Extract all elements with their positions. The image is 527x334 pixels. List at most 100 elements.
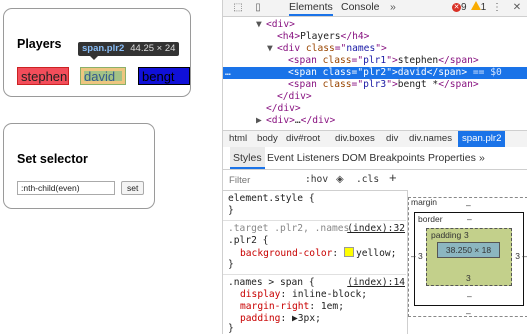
cls-toggle[interactable]: .cls <box>356 173 379 187</box>
player-stephen: stephen <box>17 67 69 85</box>
content-size[interactable]: 38.250 × 18 <box>437 242 500 258</box>
dom-token-tag: </div> <box>266 103 301 114</box>
crumb-div-names[interactable]: div.names <box>409 131 452 147</box>
margin-bottom-value[interactable]: – <box>466 308 471 318</box>
dom-node[interactable]: … <span class="plr2">david</span> == $0 <box>223 67 527 79</box>
dom-token-tag: <div> <box>266 115 295 126</box>
dom-node[interactable]: ▼ <div class="names"> <box>223 43 527 55</box>
collapse-arrow-icon[interactable]: ▼ <box>256 19 266 31</box>
crumb-div-root[interactable]: div#root <box>286 131 320 147</box>
rule-declaration[interactable]: display: inline-block; <box>240 289 367 301</box>
error-icon: ✕ <box>452 3 461 12</box>
padding-left-value[interactable]: 3 <box>418 251 423 261</box>
property-name: display <box>240 289 281 300</box>
error-count: 9 <box>461 2 467 13</box>
border-top-value[interactable]: – <box>467 214 472 224</box>
margin-top-value[interactable]: – <box>466 200 471 210</box>
styles-filter-input[interactable] <box>229 173 289 187</box>
expand-arrow-icon[interactable]: ▶ <box>256 115 266 127</box>
player-bengt: bengt <box>138 67 190 85</box>
inspect-tooltip: span.plr2 44.25 × 24 <box>78 42 180 60</box>
device-toolbar-icon[interactable]: ▯ <box>251 1 265 15</box>
selector-card: Set selector set <box>3 123 155 209</box>
dom-token-tag: </span> <box>438 79 479 90</box>
dom-token-tag: <div <box>277 43 306 54</box>
tab-event-listeners[interactable]: Event Listeners <box>267 147 339 169</box>
rule-selector: .plr2 { <box>228 235 269 246</box>
dom-token-tag: <div> <box>266 19 295 30</box>
selector-input[interactable] <box>17 181 115 195</box>
dom-node[interactable]: <span class="plr1">stephen</span> <box>223 55 527 67</box>
padding-top-value[interactable]: 3 <box>464 230 469 240</box>
crumb-html[interactable]: html <box>229 131 247 147</box>
tab-properties[interactable]: Properties <box>428 147 476 169</box>
tooltip-selector: span.plr2 <box>82 43 125 54</box>
dom-node[interactable]: ▼ <div> <box>223 19 527 31</box>
rule-divider <box>223 220 406 221</box>
border-bottom-value[interactable]: – <box>467 291 472 301</box>
dom-tree: ▼ <div> <h4>Players</h4> ▼ <div class="names… <box>223 16 527 130</box>
kebab-menu-icon[interactable]: ⋮ <box>490 1 504 15</box>
rule-divider <box>223 274 406 275</box>
dom-token-txt: david <box>397 67 427 78</box>
styles-filter-bar: :hov ◈ .cls + <box>223 170 408 191</box>
collapse-arrow-icon[interactable]: ▼ <box>267 43 277 55</box>
padding-right-value[interactable]: 3 <box>515 251 520 261</box>
box-model-border: border – – – padding 3 3 3 38.250 × 18 3… <box>411 212 527 306</box>
more-tabs-icon[interactable]: » <box>390 0 396 16</box>
crumb-div[interactable]: div <box>386 131 398 147</box>
add-rule-icon[interactable]: + <box>389 171 397 185</box>
warning-count: 1 <box>480 2 487 13</box>
tab-elements[interactable]: Elements <box>289 0 333 16</box>
dom-token-tag: <span <box>288 55 323 66</box>
rule-selector: .names > span { <box>228 277 315 288</box>
color-swatch-icon[interactable] <box>343 247 354 257</box>
close-icon[interactable]: ✕ <box>510 1 524 15</box>
dom-token-txt: bengt * <box>397 79 439 90</box>
property-name: background-color <box>240 248 333 259</box>
dom-token-txt: Players <box>300 31 341 42</box>
rule-declaration[interactable]: padding: ▶3px; <box>240 313 321 325</box>
dom-node[interactable]: <span class="plr3">bengt *</span> <box>223 79 527 91</box>
border-left-value[interactable]: – <box>411 251 416 261</box>
element-style-selector: element.style { <box>228 193 315 204</box>
page-viewport: Players stephen david bengt span.plr2 44… <box>0 0 222 334</box>
player-david: david <box>80 67 126 85</box>
crumb-div-boxes[interactable]: div.boxes <box>335 131 375 147</box>
more-subtabs-icon[interactable]: » <box>479 147 485 169</box>
dom-node[interactable]: </div> <box>223 103 527 115</box>
rule-source-link[interactable]: (index):14 <box>347 277 405 289</box>
property-value: yellow; <box>355 248 397 259</box>
dom-node[interactable]: <h4>Players</h4> <box>223 31 527 43</box>
set-button[interactable]: set <box>121 181 145 195</box>
dom-node[interactable]: ▶ <div>…</div> <box>223 115 527 127</box>
node-actions-icon[interactable]: … <box>225 67 231 79</box>
tab-styles[interactable]: Styles <box>230 147 265 169</box>
dom-token-tag: "> <box>375 43 387 54</box>
dom-node[interactable]: </div> <box>223 91 527 103</box>
tab-console[interactable]: Console <box>341 0 380 16</box>
property-value: inline-block; <box>292 289 368 300</box>
border-right-value[interactable]: – <box>522 251 527 261</box>
selector-heading: Set selector <box>17 152 88 166</box>
dom-token-attr: class <box>322 55 352 66</box>
rule-source-link[interactable]: (index):32 <box>347 223 405 235</box>
issues-badge[interactable]: ✕ 9 1 <box>452 0 486 16</box>
hov-toggle[interactable]: :hov <box>305 173 328 187</box>
dom-token-tag: <span <box>288 67 323 78</box>
crumb-span-plr2[interactable]: span.plr2 <box>458 131 506 147</box>
tab-dom-breakpoints[interactable]: DOM Breakpoints <box>342 147 425 169</box>
dom-token-attr: class <box>322 67 352 78</box>
rule-declaration[interactable]: background-color: yellow; <box>240 247 396 259</box>
inspect-element-icon[interactable]: ⬚ <box>231 1 245 15</box>
dom-token-tag: "> <box>386 67 398 78</box>
dom-token-val: names <box>346 43 376 54</box>
breadcrumb: html body div#root div.boxes div div.nam… <box>223 130 527 148</box>
dom-token-tag: </span> <box>438 55 479 66</box>
dom-token-tag: </h4> <box>340 31 370 42</box>
paint-brush-icon[interactable]: ◈ <box>336 173 344 187</box>
dom-token-val: plr3 <box>363 79 387 90</box>
padding-bottom-value[interactable]: 3 <box>466 273 471 283</box>
rule-declaration[interactable]: margin-right: 1em; <box>240 301 344 313</box>
crumb-body[interactable]: body <box>257 131 278 147</box>
